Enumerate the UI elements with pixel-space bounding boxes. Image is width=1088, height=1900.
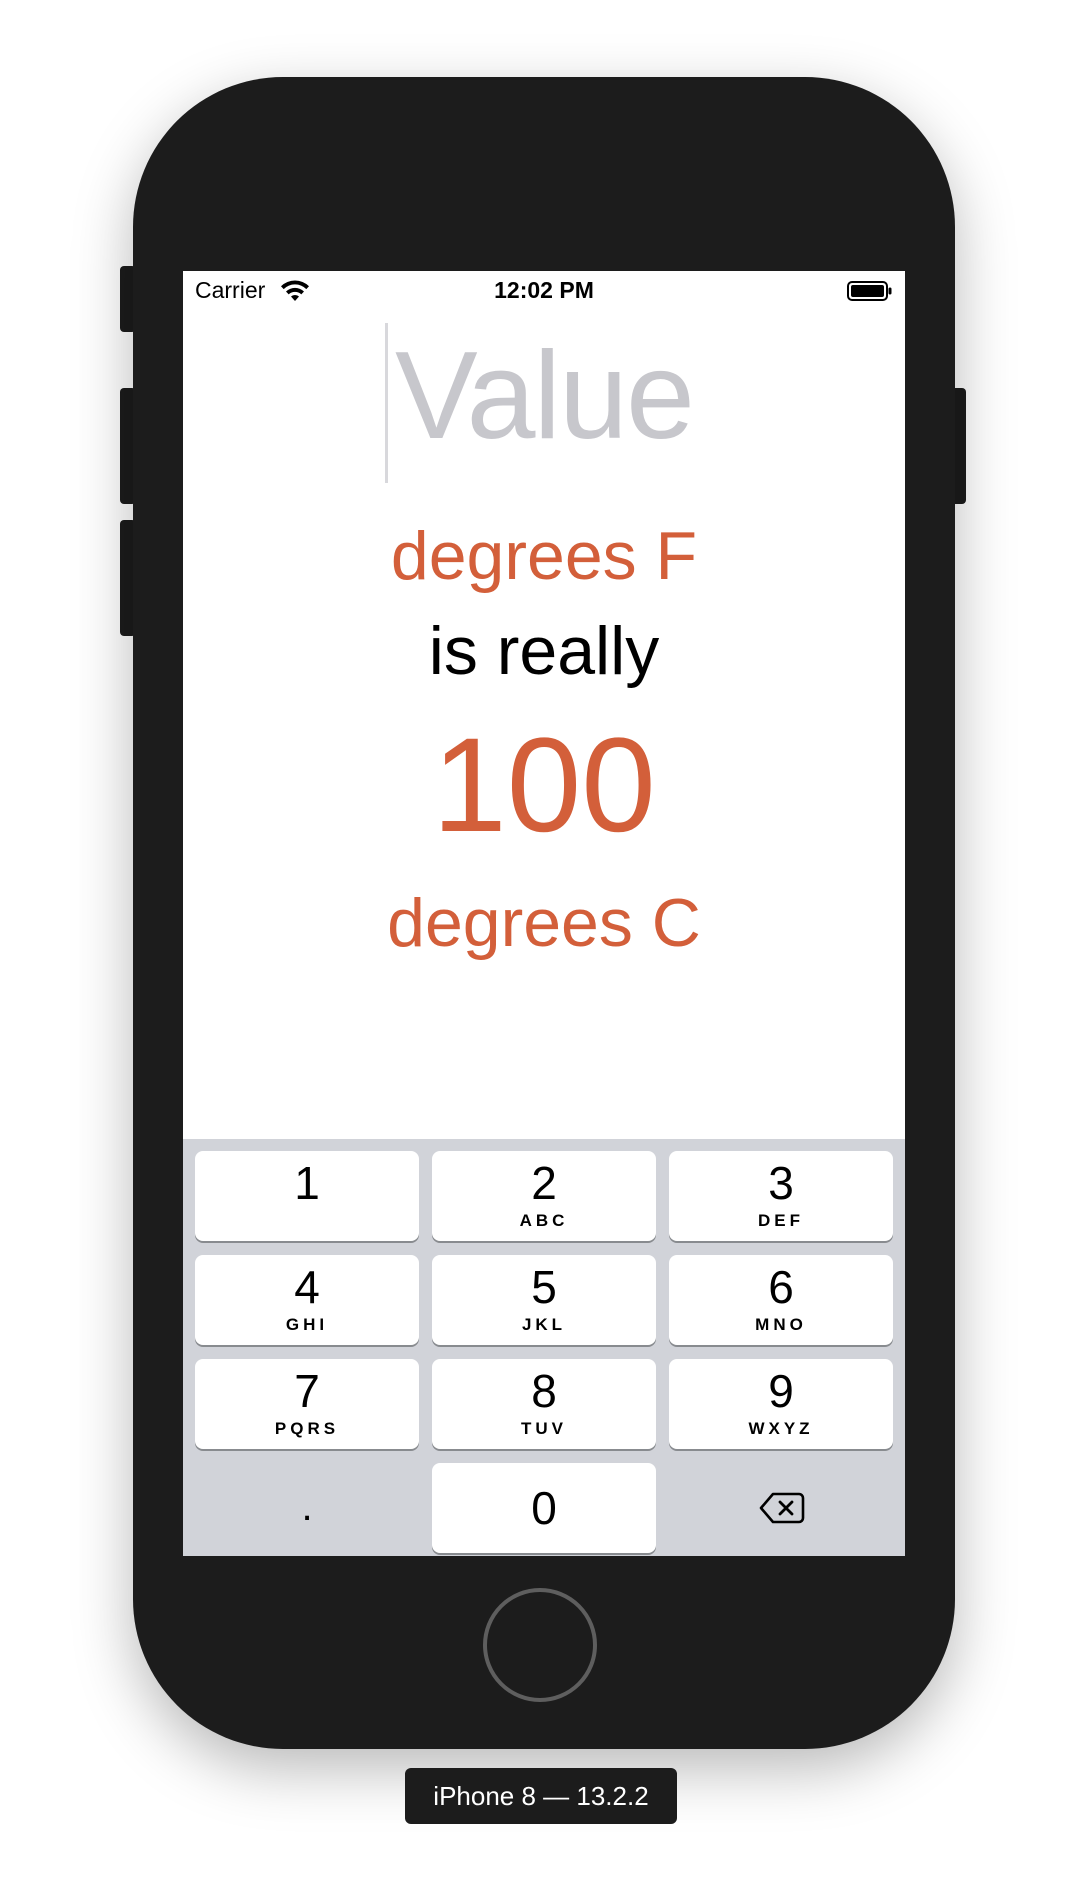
key-7[interactable]: 7 PQRS [195,1359,419,1449]
device-label: iPhone 8 — 13.2.2 [405,1768,677,1824]
key-digit: 7 [294,1365,320,1417]
home-button[interactable] [483,1588,597,1702]
key-6[interactable]: 6 MNO [669,1255,893,1345]
backspace-key[interactable] [669,1463,893,1553]
key-0[interactable]: 0 [432,1463,656,1553]
backspace-icon [759,1492,805,1524]
key-digit: 5 [531,1261,557,1313]
key-letters: DEF [758,1211,804,1230]
unit-to-label: degrees C [387,885,701,961]
key-digit: 8 [531,1365,557,1417]
key-digit: 4 [294,1261,320,1313]
key-5[interactable]: 5 JKL [432,1255,656,1345]
key-digit: 3 [768,1157,794,1209]
key-letters: ABC [519,1211,569,1230]
key-digit: 1 [294,1157,320,1209]
key-1[interactable]: 1 [195,1151,419,1241]
connector-label: is really [428,613,660,689]
status-bar: Carrier 12:02 PM [183,271,905,311]
screen: Carrier 12:02 PM Value degrees F is real… [183,271,905,1556]
key-letters: TUV [521,1419,567,1438]
key-letters: JKL [521,1315,567,1334]
key-2[interactable]: 2 ABC [432,1151,656,1241]
key-digit: 9 [768,1365,794,1417]
key-digit: 6 [768,1261,794,1313]
status-time: 12:02 PM [494,277,594,303]
decimal-key[interactable]: . [195,1463,419,1553]
key-letters: WXYZ [748,1419,814,1438]
key-3[interactable]: 3 DEF [669,1151,893,1241]
key-letters: PQRS [274,1419,340,1438]
number-keypad: 1 2 ABC 3 DEF 4 GHI 5 JKL 6 MNO 7 PQRS 8 [183,1139,905,1556]
key-letters: GHI [285,1315,329,1334]
key-digit: 0 [531,1482,557,1534]
key-9[interactable]: 9 WXYZ [669,1359,893,1449]
key-digit: . [301,1485,313,1529]
result-value: 100 [432,711,656,860]
value-input[interactable]: Value [183,334,905,458]
key-digit: 2 [531,1157,557,1209]
unit-from-label: degrees F [390,518,698,594]
battery-icon [847,281,892,301]
key-letters: MNO [755,1315,807,1334]
key-8[interactable]: 8 TUV [432,1359,656,1449]
key-4[interactable]: 4 GHI [195,1255,419,1345]
